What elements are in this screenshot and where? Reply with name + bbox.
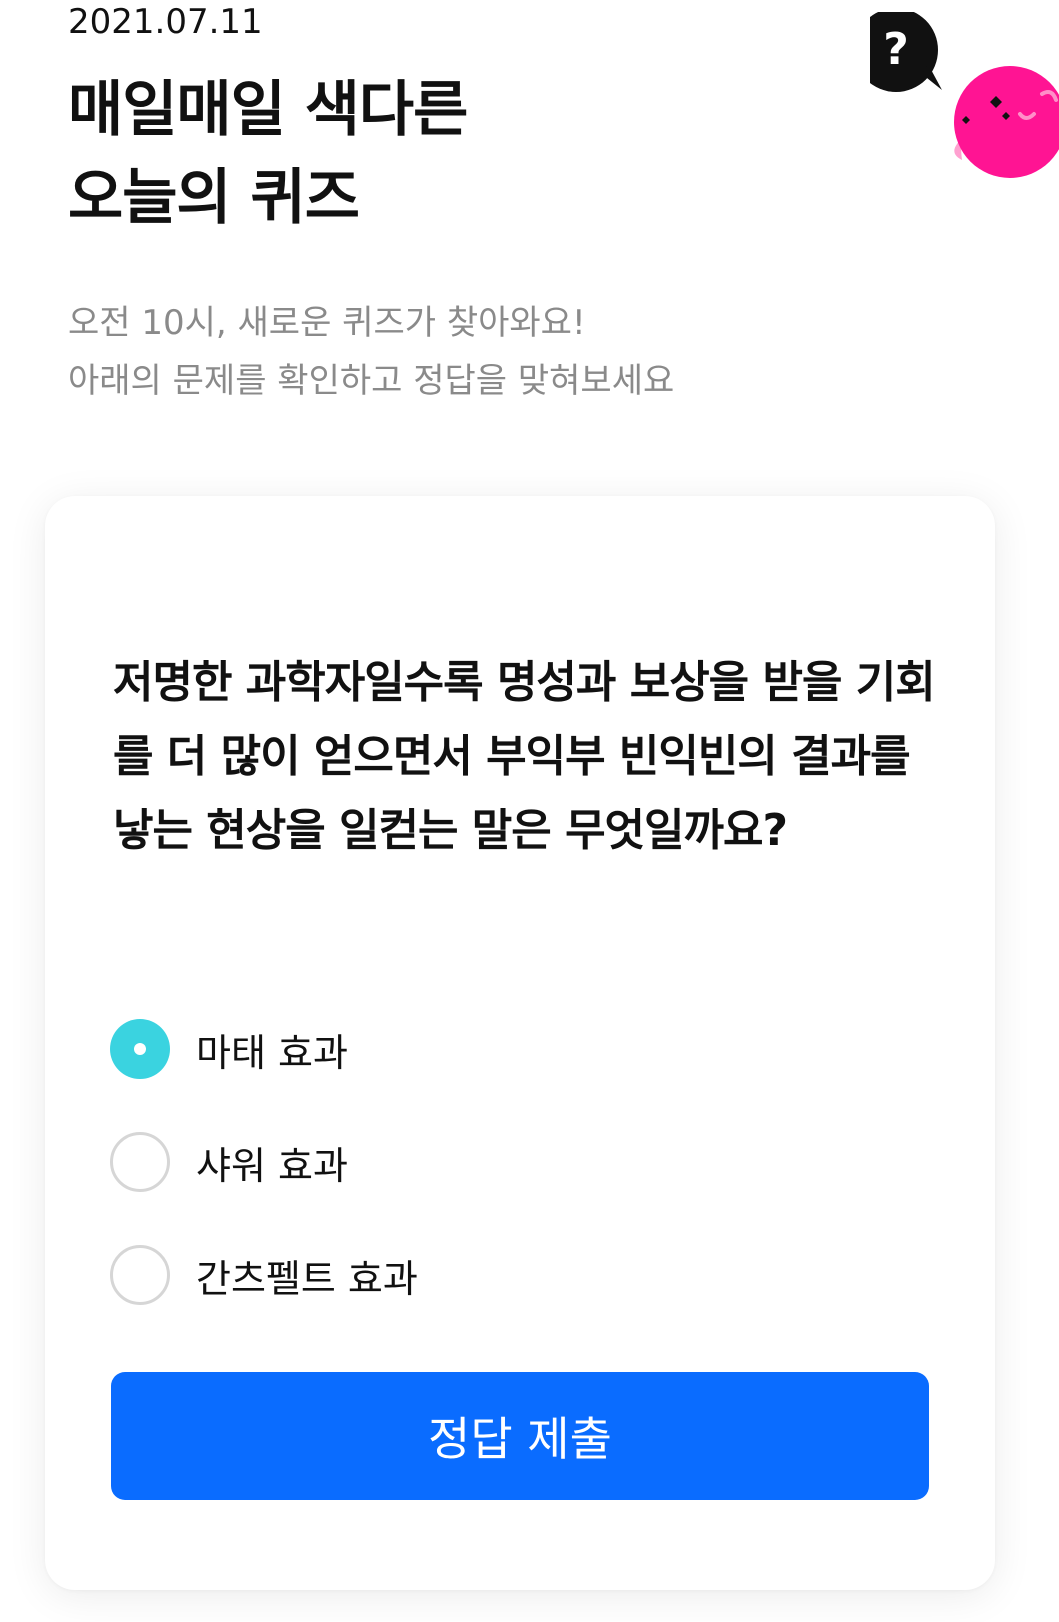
svg-text:?: ?	[883, 24, 909, 75]
radio-selected-icon[interactable]	[110, 1019, 170, 1079]
answer-option-1[interactable]: 마태 효과	[110, 1016, 910, 1082]
submit-answer-button[interactable]: 정답 제출	[111, 1372, 929, 1500]
page-title: 매일매일 색다른 오늘의 퀴즈	[68, 66, 888, 242]
quiz-header: 2021.07.11 매일매일 색다른 오늘의 퀴즈 오전 10시, 새로운 퀴…	[68, 0, 888, 410]
pink-character-icon	[954, 66, 1059, 178]
subtitle-line-2: 아래의 문제를 확인하고 정답을 맞혀보세요	[68, 361, 675, 401]
page-subtitle: 오전 10시, 새로운 퀴즈가 찾아와요! 아래의 문제를 확인하고 정답을 맞…	[68, 294, 888, 410]
quiz-mascot-icon: ?	[854, 8, 1059, 182]
answer-option-3[interactable]: 간츠펠트 효과	[110, 1242, 910, 1308]
quiz-date: 2021.07.11	[68, 2, 263, 42]
answer-option-label: 마태 효과	[196, 1030, 348, 1075]
answer-options: 마태 효과 샤워 효과 간츠펠트 효과	[110, 1016, 910, 1355]
answer-option-label: 간츠펠트 효과	[196, 1256, 418, 1301]
quiz-question: 저명한 과학자일수록 명성과 보상을 받을 기회를 더 많이 얻으면서 부익부 …	[113, 657, 936, 856]
page-title-line-2: 오늘의 퀴즈	[68, 163, 360, 233]
quiz-card: 저명한 과학자일수록 명성과 보상을 받을 기회를 더 많이 얻으면서 부익부 …	[45, 496, 995, 1590]
radio-unselected-icon[interactable]	[110, 1245, 170, 1305]
answer-option-label: 샤워 효과	[196, 1143, 348, 1188]
answer-option-2[interactable]: 샤워 효과	[110, 1129, 910, 1195]
help-bubble-icon: ?	[854, 8, 942, 92]
subtitle-line-1: 오전 10시, 새로운 퀴즈가 찾아와요!	[68, 303, 586, 343]
radio-unselected-icon[interactable]	[110, 1132, 170, 1192]
page-title-line-1: 매일매일 색다른	[68, 75, 468, 145]
